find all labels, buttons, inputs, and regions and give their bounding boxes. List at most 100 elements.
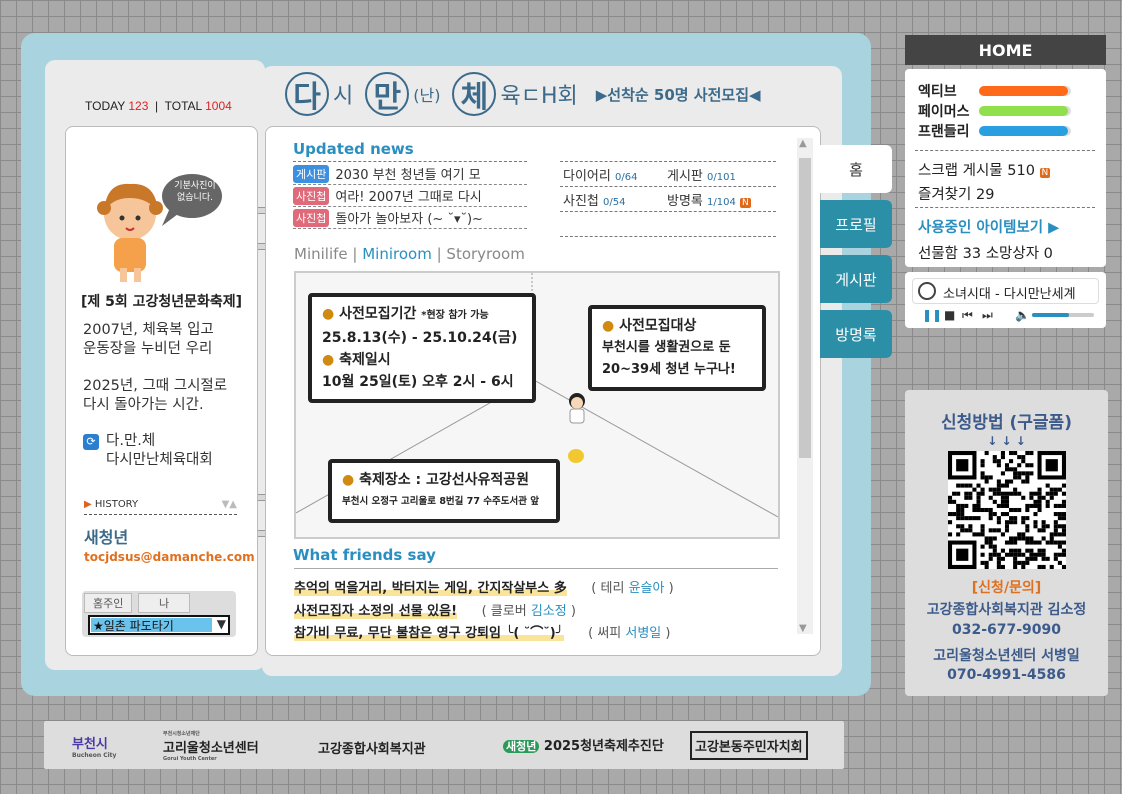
profile-paragraph-1: 2007년, 체육복 입고 운동장을 누비던 우리: [83, 321, 214, 359]
stat-guestbook[interactable]: 방명록 1/104 N: [667, 190, 751, 209]
stat-label: 방명록: [667, 194, 703, 209]
profile-line: 2025년, 그때 그시절로: [83, 378, 228, 394]
comment-author[interactable]: 서병일: [625, 626, 661, 641]
owner-email[interactable]: tocjdsus@damanche.com: [84, 550, 255, 564]
logo-welfare: 고강종합사회복지관: [318, 738, 426, 757]
comment-text: 사전모집자 소정의 선물 있음!: [294, 604, 458, 619]
news-item[interactable]: 게시판 2030 부천 청년들 여기 모: [293, 163, 527, 185]
items-link[interactable]: 사용중인 아이템보기 ▶: [918, 216, 1059, 237]
logo-council: 고강본동주민자치회: [690, 731, 808, 760]
play-arrow-icon: ▶: [84, 499, 92, 510]
comment-text: 참가비 무료, 무단 불참은 영구 강퇴임 ╰( ˘⌒˘)╯: [294, 626, 564, 641]
news-item[interactable]: 사진첩 여라! 2007년 그때로 다시: [293, 185, 527, 207]
contact-phone: 070-4991-4586: [947, 667, 1066, 683]
divider: [560, 186, 776, 187]
history-header[interactable]: ▶ HISTORY ▼▲: [84, 499, 237, 515]
pause-icon[interactable]: ❚❚: [922, 308, 942, 322]
tab-miniroom[interactable]: Miniroom: [362, 245, 432, 263]
tab-board[interactable]: 게시판: [820, 255, 892, 303]
updated-news-title: Updated news: [293, 140, 414, 158]
gift-box[interactable]: 선물함 33 소망상자 0: [918, 242, 1053, 263]
stat-label: 다이어리: [563, 169, 611, 184]
logo-text: 2025청년축제추진단: [543, 739, 664, 754]
news-text: 돌아가 놀아보자 (~ ˘▾˘)~: [335, 212, 483, 227]
tab-owner[interactable]: 홈주인: [84, 593, 133, 613]
logo-text: 고리울청소년센터: [163, 741, 259, 756]
friend-comment: 추억의 먹을거리, 박터지는 게임, 간지작살부스 多 ( 테리 윤슬아 ): [294, 581, 674, 596]
title-char: 만: [365, 72, 410, 116]
tagline: ▶선착순 50명 사전모집◀: [595, 85, 761, 104]
favorites-count[interactable]: 즐겨찾기 29: [918, 183, 994, 204]
scrollbar[interactable]: ▲ ▼: [797, 138, 813, 634]
home-button[interactable]: HOME: [905, 35, 1106, 65]
festival-date-title: 축제일시: [339, 352, 391, 368]
period-date: 25.8.13(수) - 25.10.24(금): [322, 330, 518, 346]
scrap-count[interactable]: 스크랩 게시물 510 N: [918, 159, 1051, 180]
comment-author[interactable]: 김소정: [531, 604, 567, 619]
logo-text: 고강본동주민자치회: [695, 740, 803, 755]
divider: [915, 150, 1095, 151]
period-note: *현장 참가 가능: [421, 310, 489, 321]
gauge-famous: [979, 106, 1071, 116]
speech-bubble-text: 기분사진이 없습니다.: [174, 181, 216, 203]
logo-text: 고강종합사회복지관: [318, 742, 426, 757]
bubble-period: ● 사전모집기간 *현장 참가 가능 25.8.13(수) - 25.10.24…: [308, 293, 536, 403]
stat-diary[interactable]: 다이어리 0/64: [563, 165, 637, 184]
profile-line: 운동장을 누비던 우리: [83, 341, 213, 357]
history-label: HISTORY: [94, 499, 139, 510]
contact-name: 고리울청소년센터 서병일: [933, 648, 1080, 664]
pado-select[interactable]: ★일촌 파도타기 ▼: [88, 615, 230, 635]
refresh-icon[interactable]: ⟳: [83, 434, 99, 450]
logo-badge: 새청년: [503, 740, 540, 753]
contact-name: 고강종합사회복지관 김소정: [926, 602, 1087, 618]
scrap-text: 스크랩 게시물 510: [918, 163, 1035, 179]
sort-arrows-icon[interactable]: ▼▲: [222, 499, 237, 510]
logo-bucheon: 부천시 Bucheon City: [72, 733, 116, 759]
miniroom: ● 사전모집기간 *현장 참가 가능 25.8.13(수) - 25.10.24…: [294, 271, 780, 539]
scroll-up-icon[interactable]: ▲: [799, 138, 807, 149]
volume-slider[interactable]: [1032, 313, 1094, 317]
tab-minilife[interactable]: Minilife: [294, 245, 348, 263]
visit-counter: TODAY 123 | TOTAL 1004: [85, 99, 232, 113]
next-icon[interactable]: ⏭: [982, 308, 993, 323]
stat-value: 0/64: [614, 172, 638, 183]
target-title: 사전모집대상: [619, 318, 697, 334]
profile-line: 다시 돌아가는 시간.: [83, 397, 204, 413]
acorn-icon: ●: [322, 352, 335, 368]
photo-badge: 사진첩: [293, 208, 330, 227]
board-badge: 게시판: [293, 164, 330, 183]
stat-photo[interactable]: 사진첩 0/54: [563, 190, 626, 209]
tab-guestbook[interactable]: 방명록: [820, 310, 892, 358]
acorn-icon: ●: [342, 472, 355, 488]
cd-icon: [918, 282, 936, 300]
stat-value: 1/104: [707, 197, 736, 208]
title-char: 다: [285, 72, 329, 116]
friend-comment: 참가비 무료, 무단 불참은 영구 강퇴임 ╰( ˘⌒˘)╯ ( 써피 서병일 …: [294, 626, 671, 641]
period-title: 사전모집기간: [339, 306, 417, 322]
profile-heading: [제 5회 고강청년문화축제]: [81, 294, 243, 310]
news-text: 2030 부천 청년들 여기 모: [335, 168, 481, 183]
photo-badge: 사진첩: [293, 186, 330, 205]
avatar[interactable]: [566, 393, 588, 429]
divider: [560, 236, 776, 237]
tab-storyroom[interactable]: Storyroom: [446, 245, 524, 263]
logo-sub: Gorui Youth Center: [163, 756, 217, 762]
tab-home[interactable]: 홈: [820, 145, 892, 193]
gauge-active: [979, 86, 1071, 96]
comment-author[interactable]: 윤슬아: [629, 581, 665, 596]
tab-me[interactable]: 나: [138, 593, 191, 613]
stat-board[interactable]: 게시판 0/101: [667, 165, 736, 184]
dropdown-arrow-icon[interactable]: ▼: [217, 617, 226, 631]
prev-icon[interactable]: ⏮: [962, 308, 973, 323]
stop-icon[interactable]: ■: [944, 308, 955, 322]
qr-code-image[interactable]: [948, 451, 1066, 569]
scroll-down-icon[interactable]: ▼: [799, 623, 807, 634]
scroll-thumb[interactable]: [799, 158, 811, 458]
news-item[interactable]: 사진첩 돌아가 놀아보자 (~ ˘▾˘)~: [293, 207, 527, 229]
owner-name: 새청년: [84, 528, 129, 547]
tab-profile[interactable]: 프로필: [820, 200, 892, 248]
page-title: 다 시 만 (난) 체 육ㄷH회 ▶선착순 50명 사전모집◀: [285, 72, 761, 116]
logo-text: 부천시: [72, 737, 108, 752]
title-text: (난): [413, 86, 441, 105]
divider: [915, 207, 1095, 208]
